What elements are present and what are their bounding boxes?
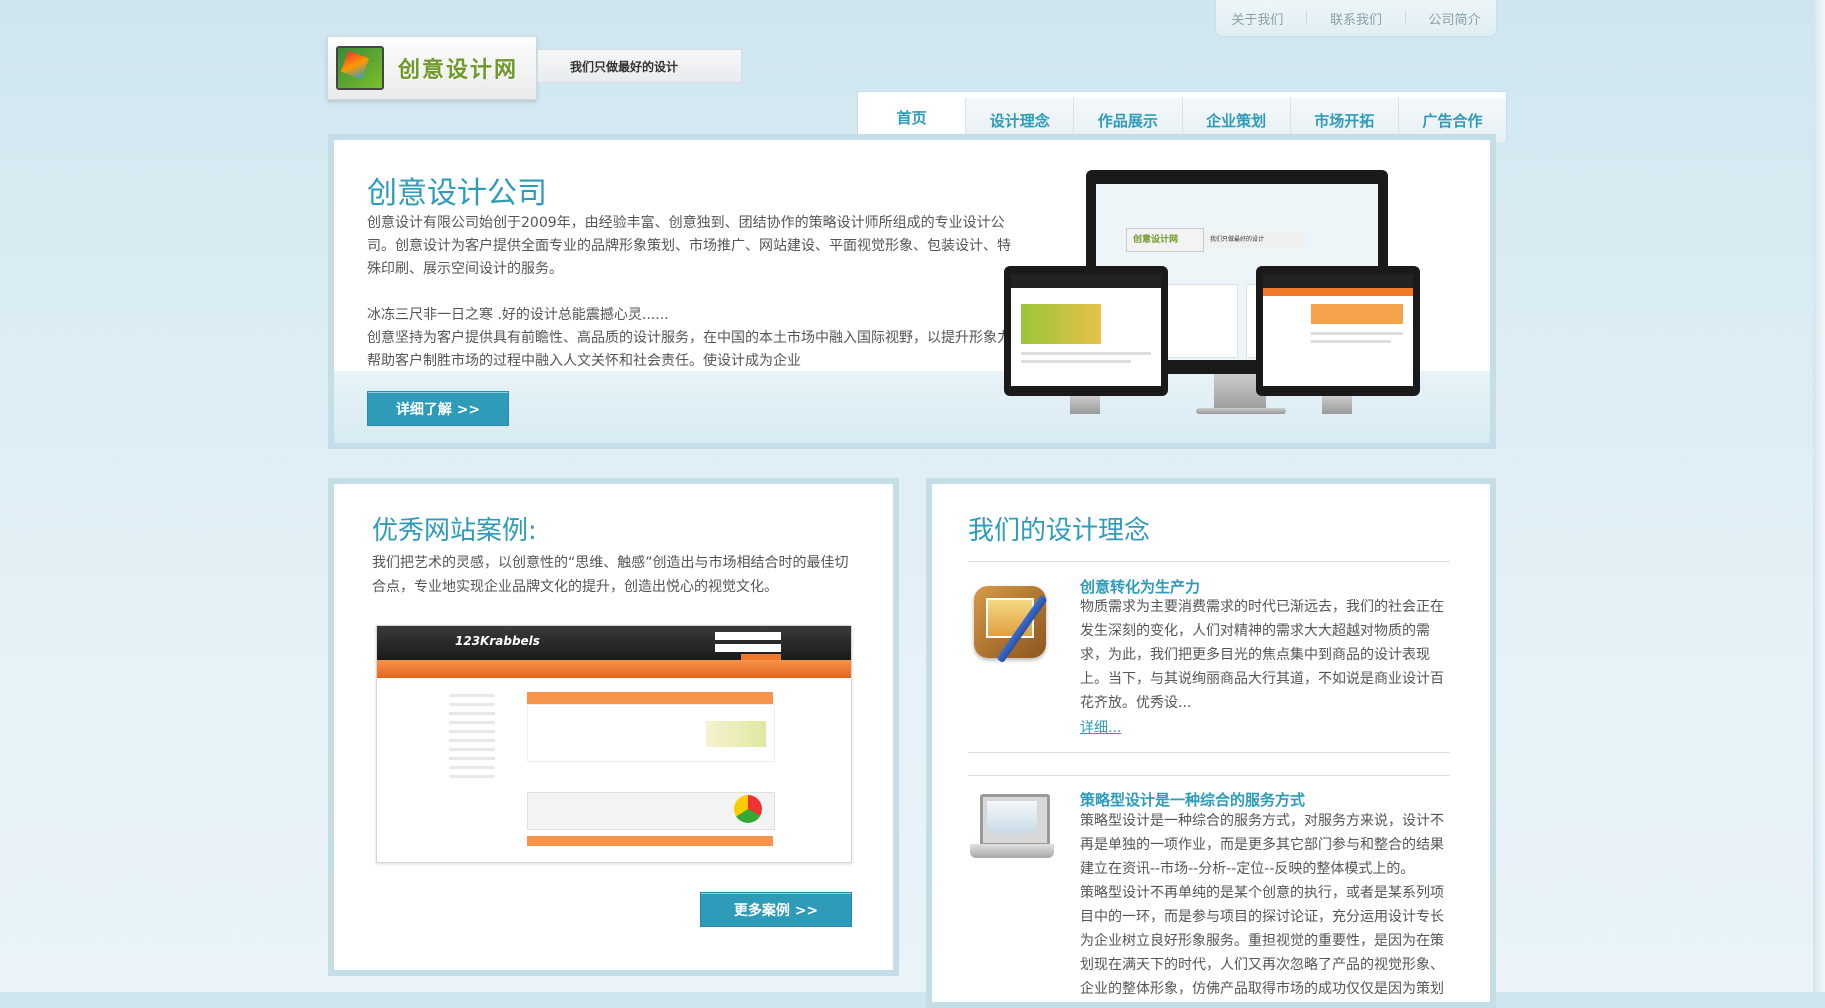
idea-2-title[interactable]: 策略型设计是一种综合的服务方式 <box>1080 789 1305 810</box>
left-screen <box>1011 274 1161 386</box>
top-link-divider <box>1404 10 1406 26</box>
top-links: 关于我们 联系我们 公司简介 <box>1215 0 1497 37</box>
idea-2-body-2: 策略型设计不再单纯的是某个创意的执行，或者是某系列项目中的一环，而是参与项目的探… <box>1080 885 1444 997</box>
case-brand: 123Krabbels <box>455 634 540 648</box>
painting-palette-icon <box>968 580 1056 670</box>
logo-text: 创意设计网 <box>398 58 519 83</box>
divider <box>968 775 1450 776</box>
top-link-divider <box>1306 10 1308 26</box>
monitor-stand <box>1322 396 1352 414</box>
divider <box>968 752 1450 753</box>
monitor-base <box>1196 408 1286 414</box>
idea-1-title[interactable]: 创意转化为生产力 <box>1080 576 1200 597</box>
site-logo[interactable]: 创意设计网 <box>327 36 537 100</box>
learn-more-button[interactable]: 详细了解 >> <box>367 391 509 426</box>
idea-1-body: 物质需求为主要消费需求的时代已渐远去，我们的社会正在发生深刻的变化，人们对精神的… <box>1080 599 1444 711</box>
left-monitor <box>1004 266 1168 396</box>
idea-1-more-link[interactable]: 详细... <box>1080 717 1121 737</box>
idea-2-body-1: 策略型设计是一种综合的服务方式，对服务方来说，设计不再是单独的一项作业，而是更多… <box>1080 813 1444 877</box>
hero-paragraph-3: 创意坚持为客户提供具有前瞻性、高品质的设计服务，在中国的本土市场中融入国际视野，… <box>367 330 1011 369</box>
laptop-icon <box>970 790 1054 874</box>
right-monitor <box>1256 266 1420 396</box>
screen-slogan: 我们只做最好的设计 <box>1204 232 1305 248</box>
screen-logo: 创意设计网 <box>1126 228 1204 252</box>
top-link-profile[interactable]: 公司简介 <box>1421 9 1489 28</box>
case-screenshot[interactable]: 123Krabbels <box>376 625 852 863</box>
hero-paragraph-2: 冰冻三尺非一日之寒 .好的设计总能震撼心灵...... <box>367 307 669 323</box>
divider <box>968 561 1450 562</box>
site-slogan: 我们只做最好的设计 <box>538 49 742 83</box>
top-link-about[interactable]: 关于我们 <box>1223 9 1291 28</box>
top-link-contact[interactable]: 联系我们 <box>1322 9 1390 28</box>
page-scroll-edge <box>1813 0 1825 992</box>
right-screen <box>1263 274 1413 386</box>
more-cases-button[interactable]: 更多案例 >> <box>700 892 852 927</box>
hero-title: 创意设计公司 <box>367 176 547 211</box>
cases-title: 优秀网站案例: <box>372 516 537 546</box>
ideas-title: 我们的设计理念 <box>968 516 1151 546</box>
logo-mark-icon <box>336 46 384 90</box>
monitor-stand <box>1070 396 1100 414</box>
hero-panel: 创意设计公司 创意设计有限公司始创于2009年，由经验丰富、创意独到、团结协作的… <box>328 134 1496 449</box>
hero-paragraph-1: 创意设计有限公司始创于2009年，由经验丰富、创意独到、团结协作的策略设计师所组… <box>367 215 1011 277</box>
cases-description: 我们把艺术的灵感，以创意性的“思维、触感”创造出与市场相结合时的最佳切合点，专业… <box>372 555 849 595</box>
